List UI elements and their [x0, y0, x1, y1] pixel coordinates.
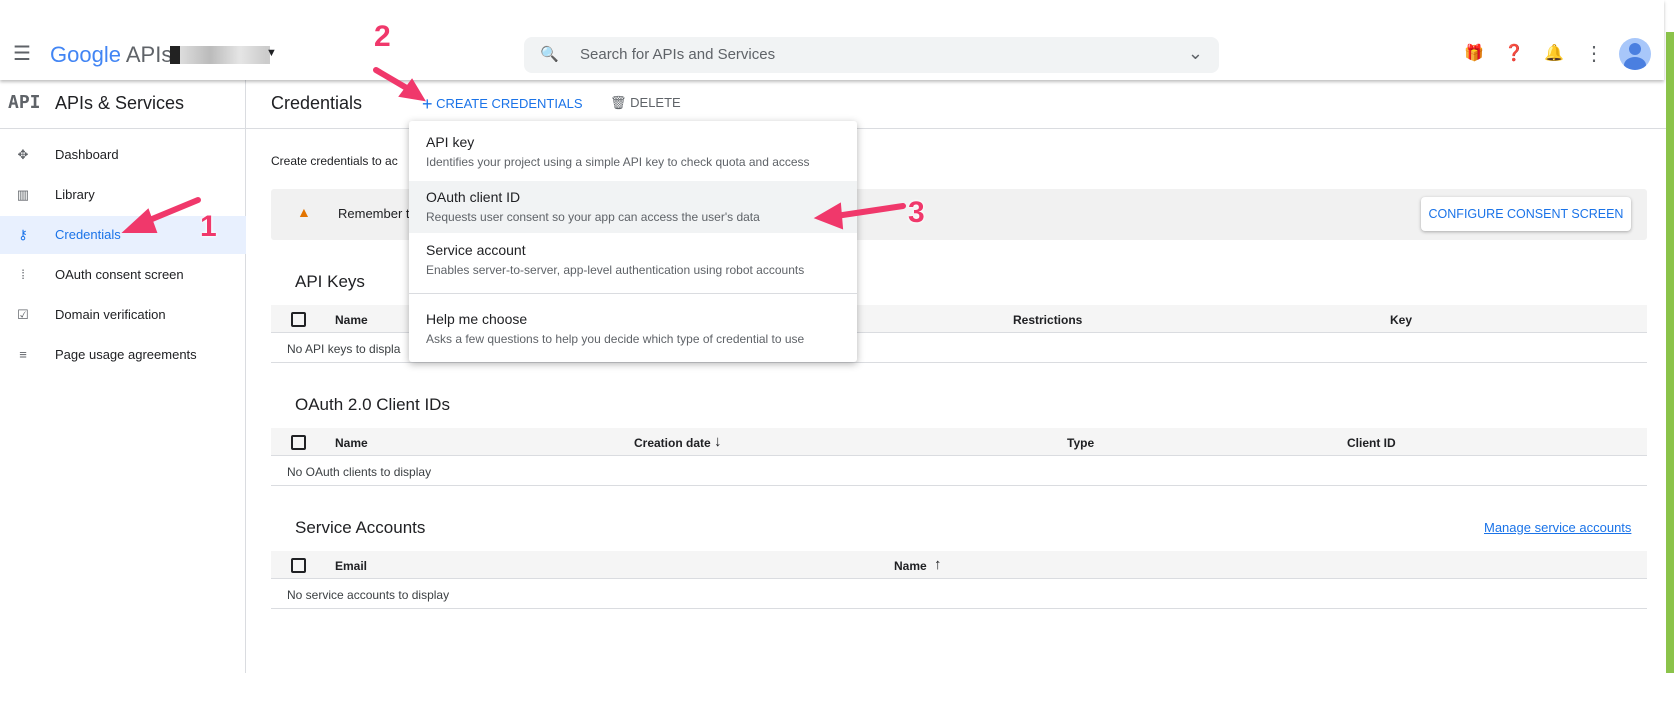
select-all-checkbox[interactable]	[291, 312, 306, 327]
arrow-up-icon[interactable]: ↑	[934, 556, 942, 573]
oauth-table-header: Name Creation date ↓ Type Client ID	[271, 428, 1647, 456]
page-title: Credentials	[271, 93, 363, 113]
manage-service-accounts-link[interactable]: Manage service accounts	[1484, 520, 1631, 535]
menu-item-api-key[interactable]: API key Identifies your project using a s…	[409, 126, 857, 178]
configure-consent-screen-button[interactable]: CONFIGURE CONSENT SCREEN	[1421, 197, 1631, 231]
bell-icon[interactable]: 🔔	[1540, 40, 1568, 68]
service-accounts-heading: Service Accounts	[295, 518, 426, 537]
annotation-2: 2	[374, 20, 391, 53]
avatar[interactable]	[1619, 38, 1651, 70]
sidebar-item-oauth-consent[interactable]: ⁞ OAuth consent screen	[0, 256, 246, 294]
service-table-header: Email Name ↑	[271, 551, 1647, 579]
scrollbar[interactable]	[1666, 32, 1674, 673]
sidebar: API APIs & Services ✥ Dashboard ▥ Library …	[0, 80, 246, 673]
search-input[interactable]: Search for APIs and Services	[580, 46, 775, 63]
menu-item-oauth-client-id[interactable]: OAuth client ID Requests user consent so …	[409, 181, 857, 233]
sidebar-item-library[interactable]: ▥ Library	[0, 176, 246, 214]
create-credentials-button[interactable]: + CREATE CREDENTIALS	[422, 94, 583, 115]
annotation-3: 3	[908, 196, 925, 229]
intro-text: Create credentials to ac	[271, 154, 398, 168]
search-bar[interactable]: 🔍 Search for APIs and Services ⌄	[524, 37, 1219, 73]
consent-icon: ⁞	[21, 267, 25, 282]
warning-icon: ▲	[297, 204, 311, 220]
sidebar-item-dashboard[interactable]: ✥ Dashboard	[0, 136, 246, 174]
top-bar: ☰ Google APIs ▼ 🔍 Search for APIs and Se…	[0, 0, 1664, 80]
settings-list-icon: ≡	[19, 347, 27, 362]
dashboard-icon: ✥	[17, 147, 29, 162]
key-icon: ⚷	[18, 227, 28, 242]
project-dropdown-icon[interactable]: ▼	[266, 47, 277, 59]
menu-item-help-me-choose[interactable]: Help me choose Asks a few questions to he…	[409, 303, 857, 355]
checkbox-icon: ☑	[17, 307, 29, 322]
help-icon[interactable]: ❓	[1500, 40, 1528, 68]
library-icon: ▥	[16, 187, 30, 202]
arrow-down-icon[interactable]: ↓	[714, 433, 722, 450]
sidebar-item-domain-verification[interactable]: ☑ Domain verification	[0, 296, 246, 334]
empty-row: No service accounts to display	[271, 580, 1647, 609]
annotation-1: 1	[200, 210, 217, 243]
sidebar-title: APIs & Services	[55, 93, 185, 113]
select-all-checkbox[interactable]	[291, 435, 306, 450]
menu-item-service-account[interactable]: Service account Enables server-to-server,…	[409, 234, 857, 286]
trash-icon: 🗑	[610, 95, 627, 110]
sidebar-item-page-usage[interactable]: ≡ Page usage agreements	[0, 336, 246, 374]
select-all-checkbox[interactable]	[291, 558, 306, 573]
oauth-heading: OAuth 2.0 Client IDs	[295, 395, 450, 414]
more-vert-icon[interactable]: ⋮	[1580, 40, 1608, 68]
empty-row: No OAuth clients to display	[271, 457, 1647, 486]
hamburger-menu-icon[interactable]: ☰	[8, 40, 36, 68]
api-keys-heading: API Keys	[295, 272, 365, 291]
chevron-down-icon[interactable]: ⌄	[1188, 43, 1203, 64]
plus-icon: +	[422, 94, 433, 114]
api-logo: API	[8, 92, 41, 113]
delete-button[interactable]: 🗑 DELETE	[610, 95, 681, 111]
create-credentials-menu: API key Identifies your project using a s…	[409, 121, 857, 362]
search-icon: 🔍	[540, 46, 559, 63]
project-selector[interactable]	[170, 46, 270, 64]
google-apis-logo[interactable]: Google APIs	[50, 42, 172, 68]
gift-icon[interactable]: 🎁	[1460, 40, 1488, 68]
